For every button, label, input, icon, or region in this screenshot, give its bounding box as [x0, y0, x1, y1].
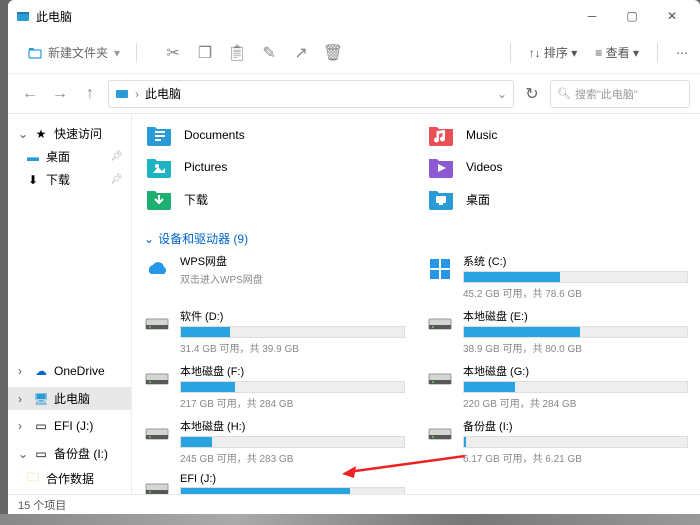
drive-item[interactable]: 本地磁盘 (G:)220 GB 可用，共 284 GB [427, 363, 688, 410]
sidebar-backup[interactable]: ⌄▭备份盘 (I:) [8, 442, 131, 465]
delete-icon[interactable]: 🗑︎ [325, 45, 341, 61]
drive-icon [144, 365, 170, 393]
usage-bar [463, 326, 688, 338]
new-folder-button[interactable]: 新建文件夹 ▾ [20, 40, 128, 65]
app-icon [16, 9, 30, 23]
title-bar: 此电脑 ─ ▢ ✕ [8, 0, 700, 32]
sidebar-coop[interactable]: 🗀合作数据 [8, 465, 131, 492]
chevron-down-icon: ▾ [114, 46, 120, 60]
usage-bar [463, 436, 688, 448]
usage-bar [180, 436, 405, 448]
folder-pictures[interactable]: Pictures [144, 154, 406, 180]
folder-icon [144, 154, 174, 180]
drive-icon [427, 365, 453, 393]
sidebar-this-pc[interactable]: ›🖥︎此电脑 [8, 387, 131, 410]
status-bar: 15 个项目 [8, 494, 700, 514]
usage-bar [463, 271, 688, 283]
usage-bar [180, 487, 405, 494]
folder-桌面[interactable]: 桌面 [426, 186, 688, 212]
drive-item[interactable]: 系统 (C:)45.2 GB 可用，共 78.6 GB [427, 253, 688, 300]
toolbar: 新建文件夹 ▾ ✂ ❐ 📋︎ ✎ ↗ 🗑︎ ↑↓ 排序 ▾ ≡ 查看 ▾ ⋯ [8, 32, 700, 74]
folder-icon [426, 186, 456, 212]
cut-icon[interactable]: ✂ [165, 45, 181, 61]
nav-bar: ← → ↑ › 此电脑 ⌄ ↻ 🔍︎ 搜索"此电脑" [8, 74, 700, 114]
minimize-button[interactable]: ─ [572, 2, 612, 30]
back-button[interactable]: ← [18, 82, 42, 106]
folder-icon [144, 122, 174, 148]
address-bar[interactable]: › 此电脑 ⌄ [108, 80, 514, 108]
main-content: Documents Music Pictures Videos 下载桌面 ⌄设备和驱动器… [132, 114, 700, 494]
sidebar-efi[interactable]: ›▭EFI (J:) [8, 416, 131, 436]
maximize-button[interactable]: ▢ [612, 2, 652, 30]
folder-music[interactable]: Music [426, 122, 688, 148]
devices-section-header[interactable]: ⌄设备和驱动器 (9) [144, 224, 688, 253]
window-title: 此电脑 [36, 8, 72, 25]
chevron-down-icon: ⌄ [144, 232, 154, 246]
close-button[interactable]: ✕ [652, 2, 692, 30]
folder-documents[interactable]: Documents [144, 122, 406, 148]
drive-item[interactable]: 本地磁盘 (H:)245 GB 可用，共 283 GB [144, 418, 405, 465]
drive-icon [144, 255, 170, 283]
search-input[interactable]: 🔍︎ 搜索"此电脑" [550, 80, 690, 108]
drive-icon [427, 310, 453, 338]
sidebar-quick-access[interactable]: ⌄★快速访问 [8, 122, 131, 145]
view-button[interactable]: ≡ 查看 ▾ [595, 44, 639, 61]
drive-icon [144, 420, 170, 448]
folder-videos[interactable]: Videos [426, 154, 688, 180]
forward-button[interactable]: → [48, 82, 72, 106]
new-folder-icon [28, 46, 42, 60]
chevron-down-icon: ⌄ [497, 87, 507, 101]
folder-icon [426, 122, 456, 148]
share-icon[interactable]: ↗ [293, 45, 309, 61]
refresh-button[interactable]: ↻ [520, 84, 544, 104]
drive-icon [144, 310, 170, 338]
rename-icon[interactable]: ✎ [261, 45, 277, 61]
drive-item[interactable]: WPS网盘双击进入WPS网盘 [144, 253, 405, 300]
sidebar-downloads[interactable]: ⬇下载📌︎ [8, 168, 131, 191]
folder-icon [426, 154, 456, 180]
drive-item[interactable]: 软件 (D:)31.4 GB 可用，共 39.9 GB [144, 308, 405, 355]
drive-icon [427, 420, 453, 448]
drive-item[interactable]: EFI (J:)109 MB 可用，共 449 MB [144, 473, 405, 494]
drive-icon [144, 475, 170, 494]
drive-item[interactable]: 本地磁盘 (E:)38.9 GB 可用，共 80.0 GB [427, 308, 688, 355]
sidebar: ⌄★快速访问 ▬桌面📌︎ ⬇下载📌︎ ›☁OneDrive ›🖥︎此电脑 ›▭E… [8, 114, 132, 494]
more-button[interactable]: ⋯ [676, 46, 688, 60]
up-button[interactable]: ↑ [78, 82, 102, 106]
pc-icon [115, 87, 129, 101]
usage-bar [180, 326, 405, 338]
drive-icon [427, 255, 453, 283]
sidebar-onedrive[interactable]: ›☁OneDrive [8, 361, 131, 381]
folder-icon [144, 186, 174, 212]
sort-button[interactable]: ↑↓ 排序 ▾ [529, 44, 578, 61]
copy-icon[interactable]: ❐ [197, 45, 213, 61]
sidebar-desktop[interactable]: ▬桌面📌︎ [8, 145, 131, 168]
usage-bar [463, 381, 688, 393]
folder-下载[interactable]: 下载 [144, 186, 406, 212]
drive-item[interactable]: 本地磁盘 (F:)217 GB 可用，共 284 GB [144, 363, 405, 410]
search-icon: 🔍︎ [557, 87, 571, 100]
usage-bar [180, 381, 405, 393]
drive-item[interactable]: 备份盘 (I:)6.17 GB 可用，共 6.21 GB [427, 418, 688, 465]
paste-icon[interactable]: 📋︎ [229, 45, 245, 61]
